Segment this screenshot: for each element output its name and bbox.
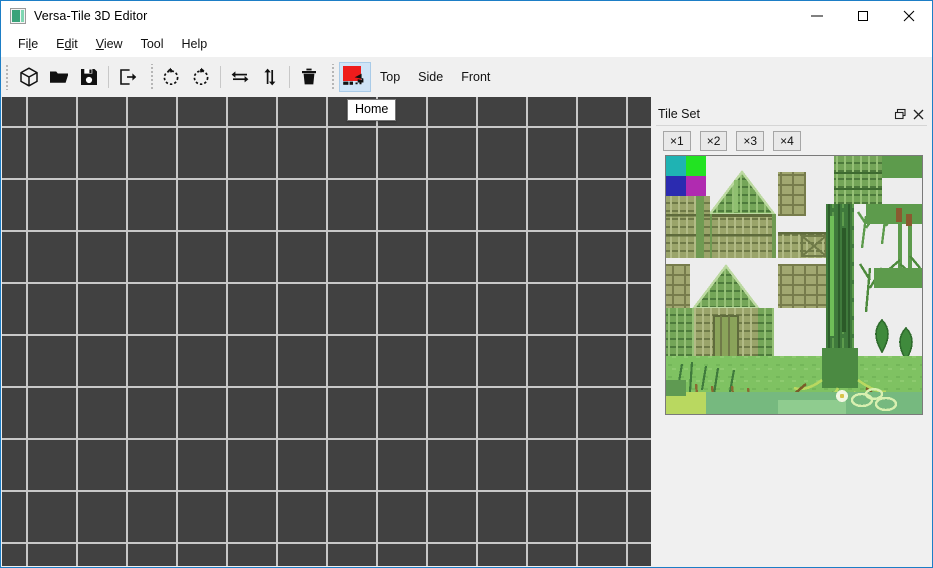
toolbar: Top Side Front xyxy=(1,57,932,97)
view-top-button[interactable]: Top xyxy=(371,62,409,92)
new-model-button[interactable] xyxy=(14,62,44,92)
delete-button[interactable] xyxy=(294,62,324,92)
menu-help[interactable]: Help xyxy=(173,33,217,55)
save-button[interactable] xyxy=(74,62,104,92)
swamp-forest-tileset[interactable] xyxy=(666,156,922,414)
maximize-button[interactable] xyxy=(840,1,886,31)
export-button[interactable] xyxy=(113,62,143,92)
rotate-ccw-button[interactable] xyxy=(156,62,186,92)
tileset-image-container[interactable] xyxy=(665,155,923,415)
zoom-x3-button[interactable]: ×3 xyxy=(736,131,764,151)
application-window: Versa-Tile 3D Editor File Edit View Tool… xyxy=(0,0,933,568)
view-side-button[interactable]: Side xyxy=(409,62,452,92)
flip-horizontal-button[interactable] xyxy=(225,62,255,92)
tooltip: Home xyxy=(347,99,396,121)
tile-set-panel-title: Tile Set xyxy=(656,107,700,121)
toolbar-separator-3 xyxy=(289,66,290,88)
toolbar-grip-handle-2[interactable] xyxy=(147,64,154,90)
menu-bar: File Edit View Tool Help xyxy=(1,31,932,57)
flip-vertical-button[interactable] xyxy=(255,62,285,92)
menu-edit[interactable]: Edit xyxy=(47,33,87,55)
window-controls xyxy=(794,1,932,31)
tile-set-panel-titlebar: Tile Set xyxy=(656,103,927,126)
title-bar: Versa-Tile 3D Editor xyxy=(1,1,932,31)
minimize-button[interactable] xyxy=(794,1,840,31)
toolbar-grip-handle-3[interactable] xyxy=(328,64,335,90)
tile-grid[interactable] xyxy=(2,97,651,566)
tileset-zoom-buttons: ×1 ×2 ×3 ×4 xyxy=(663,131,801,151)
home-red-icon xyxy=(342,65,368,89)
tile-set-panel: Tile Set ×1 ×2 ×3 ×4 xyxy=(651,97,931,566)
zoom-x2-button[interactable]: ×2 xyxy=(700,131,728,151)
close-icon[interactable] xyxy=(909,105,927,123)
toolbar-grip-handle[interactable] xyxy=(5,64,12,90)
toolbar-separator-2 xyxy=(220,66,221,88)
menu-view[interactable]: View xyxy=(87,33,132,55)
toolbar-separator xyxy=(108,66,109,88)
app-icon xyxy=(10,8,26,24)
restore-window-icon[interactable] xyxy=(891,105,909,123)
zoom-x4-button[interactable]: ×4 xyxy=(773,131,801,151)
home-button[interactable] xyxy=(339,62,371,92)
view-front-button[interactable]: Front xyxy=(452,62,499,92)
menu-tool[interactable]: Tool xyxy=(132,33,173,55)
zoom-x1-button[interactable]: ×1 xyxy=(663,131,691,151)
open-button[interactable] xyxy=(44,62,74,92)
editor-viewport[interactable] xyxy=(2,97,651,566)
rotate-cw-button[interactable] xyxy=(186,62,216,92)
close-button[interactable] xyxy=(886,1,932,31)
window-title: Versa-Tile 3D Editor xyxy=(34,9,147,23)
menu-file[interactable]: File xyxy=(9,33,47,55)
